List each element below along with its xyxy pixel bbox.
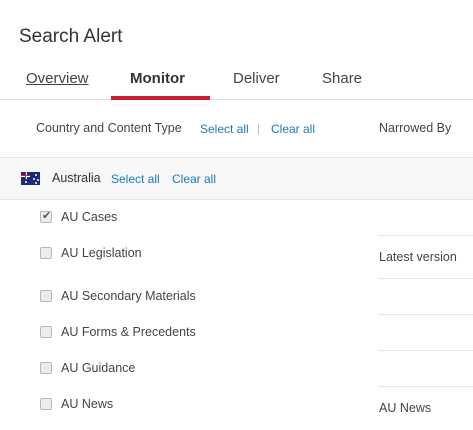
narrowed-by-value: Latest version xyxy=(379,250,457,264)
checkbox-au-cases[interactable] xyxy=(40,209,52,223)
list-item-label: AU News xyxy=(61,397,114,411)
list-item: AU Forms & Precedents xyxy=(0,315,473,351)
country-content-type-heading: Country and Content Type xyxy=(36,121,182,135)
list-item: AU News AU News xyxy=(0,387,473,423)
list-item: AU Cases xyxy=(0,200,473,236)
tab-overview[interactable]: Overview xyxy=(26,70,89,87)
country-clear-all-link[interactable]: Clear all xyxy=(172,172,216,186)
checkbox-au-news[interactable] xyxy=(40,398,52,410)
tab-monitor[interactable]: Monitor xyxy=(130,70,185,87)
checkbox-au-secondary-materials[interactable] xyxy=(40,290,52,302)
list-item: AU Guidance xyxy=(0,351,473,387)
list-item-label: AU Guidance xyxy=(61,361,136,375)
checkbox-au-legislation[interactable] xyxy=(40,247,52,259)
header-select-all-link[interactable]: Select all xyxy=(200,122,249,136)
narrowed-by-value: AU News xyxy=(379,401,432,415)
tab-bar: Overview Monitor Deliver Share xyxy=(0,62,473,100)
page-title: Search Alert xyxy=(19,26,123,47)
checkbox-au-guidance[interactable] xyxy=(40,362,52,374)
narrowed-by-heading: Narrowed By xyxy=(379,121,452,135)
list-item: AU Secondary Materials xyxy=(0,279,473,315)
header-clear-all-link[interactable]: Clear all xyxy=(271,122,315,136)
country-name: Australia xyxy=(52,171,101,185)
list-item-label: AU Secondary Materials xyxy=(61,289,196,303)
checkbox-au-forms-precedents[interactable] xyxy=(40,326,52,338)
list-item: AU Legislation Latest version xyxy=(0,236,473,279)
list-item-label: AU Cases xyxy=(61,210,118,224)
list-item-label: AU Forms & Precedents xyxy=(61,325,196,339)
list-item-label: AU Legislation xyxy=(61,246,142,260)
australia-flag-icon xyxy=(21,172,40,185)
tab-share[interactable]: Share xyxy=(322,70,362,87)
tab-deliver[interactable]: Deliver xyxy=(233,70,280,87)
header-separator: | xyxy=(257,121,261,135)
table-header: Country and Content Type Select all | Cl… xyxy=(0,100,473,158)
country-row: Australia Select all Clear all xyxy=(0,158,473,200)
country-select-all-link[interactable]: Select all xyxy=(111,172,160,186)
